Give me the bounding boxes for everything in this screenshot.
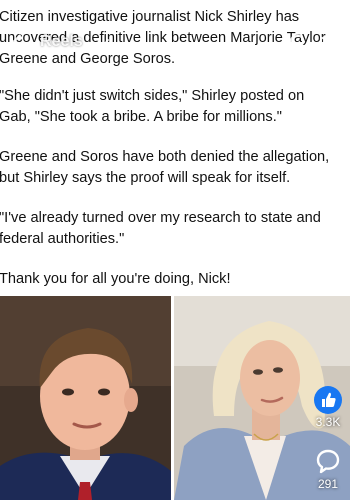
like-count: 3.3K xyxy=(315,415,341,429)
text-line: "She didn't just switch sides," Shirley … xyxy=(0,88,305,104)
chevron-left-icon[interactable] xyxy=(6,32,28,54)
reels-title[interactable]: Reels xyxy=(40,33,83,51)
camera-icon[interactable] xyxy=(318,31,344,55)
comment-icon[interactable] xyxy=(314,447,342,475)
text-line: "I've already turned over my research to… xyxy=(0,210,321,226)
text-line: Gab, "She took a bribe. A bribe for mill… xyxy=(0,109,282,125)
paragraph-4: "I've already turned over my research to… xyxy=(0,208,350,250)
photo-collage[interactable] xyxy=(0,296,350,500)
paragraph-3: Greene and Soros have both denied the al… xyxy=(0,147,350,189)
paragraph-2: "She didn't just switch sides," Shirley … xyxy=(0,86,350,128)
text-line: Citizen investigative journalist Nick Sh… xyxy=(0,9,300,25)
text-line: federal authorities." xyxy=(0,231,125,247)
search-icon[interactable] xyxy=(288,32,310,54)
text-line: Greene and Soros have both denied the al… xyxy=(0,149,330,165)
chevron-down-icon[interactable] xyxy=(96,36,110,50)
reels-header: Reels xyxy=(0,28,350,58)
paragraph-5: Thank you for all you're doing, Nick! xyxy=(0,269,350,290)
photo-man xyxy=(0,296,171,500)
man-portrait-illustration xyxy=(0,296,171,500)
thumbs-up-icon[interactable] xyxy=(314,386,342,414)
comment-count: 291 xyxy=(317,477,339,491)
text-line: but Shirley says the proof will speak fo… xyxy=(0,170,291,186)
text-line: Thank you for all you're doing, Nick! xyxy=(0,271,231,287)
